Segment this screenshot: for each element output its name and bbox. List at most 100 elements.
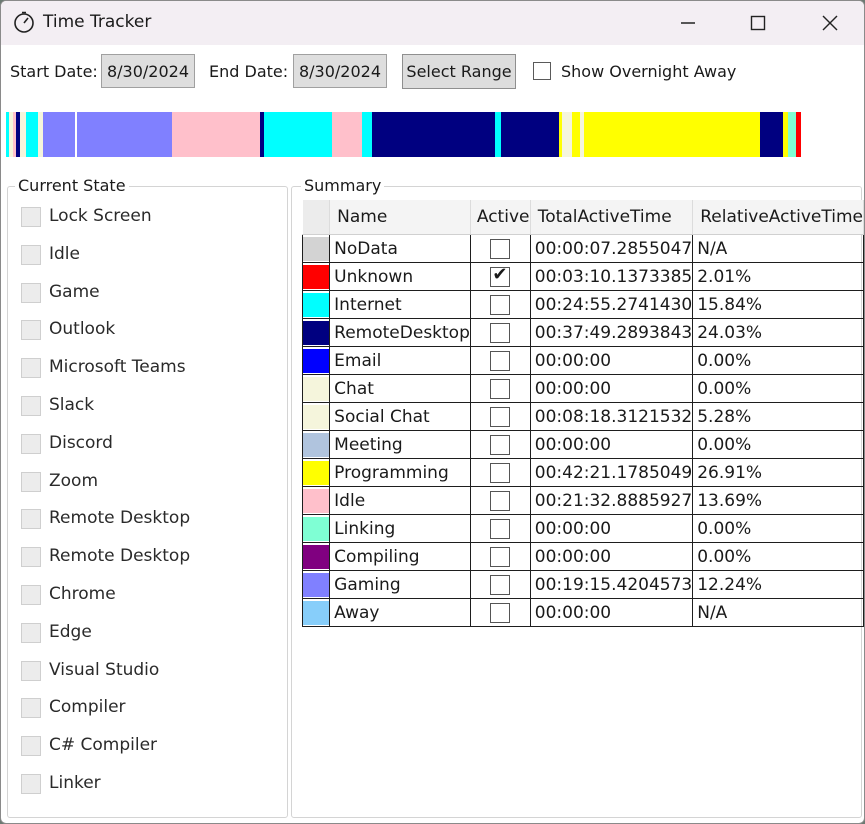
end-date-picker[interactable]: 8/30/2024: [293, 54, 387, 88]
active-cell: [469, 430, 531, 459]
summary-row[interactable]: NoData 00:00:07.2855047 N/A: [301, 234, 864, 263]
activity-name: Email: [329, 346, 471, 375]
color-swatch: [301, 430, 331, 459]
stopwatch-icon: [14, 11, 34, 33]
color-swatch-fill: [303, 516, 330, 541]
color-swatch-fill: [303, 600, 330, 625]
state-indicator: [21, 774, 41, 794]
total-active-time: 00:00:00: [529, 430, 694, 459]
end-date-label: End Date:: [209, 62, 289, 81]
column-header-active[interactable]: Active: [470, 200, 531, 235]
total-active-time: 00:21:32.8885927: [529, 486, 694, 515]
state-indicator: [21, 547, 41, 568]
relative-active-time: 13.69%: [692, 486, 864, 515]
color-swatch-fill: [303, 320, 330, 345]
relative-active-time: 0.00%: [692, 430, 864, 459]
timeline-segment: [796, 112, 801, 157]
summary-row[interactable]: Programming 00:42:21.1785049 26.91%: [301, 458, 864, 487]
close-icon: [822, 15, 838, 31]
color-swatch: [301, 514, 331, 543]
color-swatch: [301, 486, 331, 515]
maximize-button[interactable]: [735, 1, 781, 45]
summary-row[interactable]: Unknown ✔ 00:03:10.1373385 2.01%: [301, 262, 864, 291]
active-checkbox[interactable]: [490, 434, 511, 455]
color-swatch: [301, 542, 331, 571]
activity-name: Away: [329, 598, 471, 627]
activity-name: Internet: [329, 290, 471, 319]
row-header-corner: [302, 200, 331, 235]
select-range-button[interactable]: Select Range: [402, 54, 516, 89]
time-tracker-window: Time Tracker Start Date: 8/30/2024 End D…: [0, 0, 865, 824]
maximize-icon: [750, 15, 766, 31]
total-active-time: 00:24:55.2741430: [529, 290, 694, 319]
timeline-segment: [332, 112, 362, 157]
color-swatch: [301, 374, 331, 403]
total-active-time: 00:00:00: [529, 346, 694, 375]
state-label: Slack: [49, 395, 95, 415]
state-indicator: [21, 433, 41, 454]
activity-name: Unknown: [329, 262, 471, 291]
timeline-segment: [43, 112, 75, 157]
state-indicator: [21, 244, 41, 265]
summary-row[interactable]: RemoteDesktop 00:37:49.2893843 24.03%: [301, 318, 864, 347]
active-checkbox[interactable]: [490, 490, 511, 511]
timeline-segment: [572, 112, 580, 157]
summary-table: Name Active TotalActiveTime RelativeActi…: [301, 200, 864, 627]
summary-row[interactable]: Compiling 00:00:00 0.00%: [301, 542, 864, 571]
show-overnight-checkbox[interactable]: [533, 62, 551, 80]
color-swatch-fill: [303, 572, 330, 597]
summary-row[interactable]: Meeting 00:00:00 0.00%: [301, 430, 864, 459]
column-header-name[interactable]: Name: [329, 200, 471, 235]
active-cell: ✔: [469, 262, 531, 291]
state-label: Chrome: [49, 584, 116, 604]
active-cell: [469, 234, 531, 263]
active-checkbox[interactable]: [490, 378, 511, 399]
active-checkbox[interactable]: [490, 322, 511, 343]
timeline-segment: [584, 112, 760, 157]
summary-header-row: Name Active TotalActiveTime RelativeActi…: [302, 200, 864, 235]
total-active-time: 00:00:00: [529, 542, 694, 571]
summary-row[interactable]: Gaming 00:19:15.4204573 12.24%: [301, 570, 864, 599]
active-checkbox[interactable]: ✔: [490, 264, 511, 287]
timeline-segment: [77, 112, 172, 157]
summary-row[interactable]: Internet 00:24:55.2741430 15.84%: [301, 290, 864, 319]
summary-row[interactable]: Chat 00:00:00 0.00%: [301, 374, 864, 403]
color-swatch: [301, 458, 331, 487]
active-checkbox[interactable]: [490, 350, 511, 371]
state-label: Idle: [49, 243, 80, 264]
color-swatch: [301, 570, 331, 599]
active-checkbox[interactable]: [490, 294, 511, 315]
relative-active-time: 0.00%: [692, 542, 864, 571]
active-checkbox[interactable]: [490, 406, 511, 427]
color-swatch-fill: [303, 236, 330, 261]
summary-row[interactable]: Email 00:00:00 0.00%: [301, 346, 864, 375]
active-checkbox[interactable]: [490, 602, 511, 623]
start-date-picker[interactable]: 8/30/2024: [101, 54, 195, 88]
activity-name: Compiling: [329, 542, 471, 571]
active-checkbox[interactable]: [490, 546, 511, 567]
active-checkbox[interactable]: [490, 518, 511, 539]
summary-row[interactable]: Social Chat 00:08:18.3121532 5.28%: [301, 402, 864, 431]
minimize-button[interactable]: [665, 1, 711, 45]
active-checkbox[interactable]: [490, 574, 511, 595]
close-button[interactable]: [807, 1, 853, 45]
summary-row[interactable]: Idle 00:21:32.8885927 13.69%: [301, 486, 864, 515]
active-checkbox[interactable]: [490, 238, 511, 259]
summary-legend: Summary: [301, 176, 385, 195]
summary-row[interactable]: Away 00:00:00 N/A: [301, 598, 864, 627]
column-header-relative-active-time[interactable]: RelativeActiveTime: [692, 200, 864, 235]
total-active-time: 00:00:00: [529, 598, 694, 627]
color-swatch: [301, 262, 331, 291]
state-indicator: [21, 282, 41, 303]
summary-row[interactable]: Linking 00:00:00 0.00%: [301, 514, 864, 543]
column-header-total-active-time[interactable]: TotalActiveTime: [530, 200, 694, 235]
state-label: Edge: [49, 621, 92, 642]
current-state-legend: Current State: [15, 176, 129, 195]
activity-name: Idle: [329, 486, 471, 515]
timeline-segment: [372, 112, 495, 157]
minimize-icon: [681, 22, 695, 24]
title-bar[interactable]: Time Tracker: [1, 1, 864, 45]
active-checkbox[interactable]: [490, 462, 511, 483]
state-label: Compiler: [49, 697, 126, 718]
active-cell: [469, 458, 531, 487]
